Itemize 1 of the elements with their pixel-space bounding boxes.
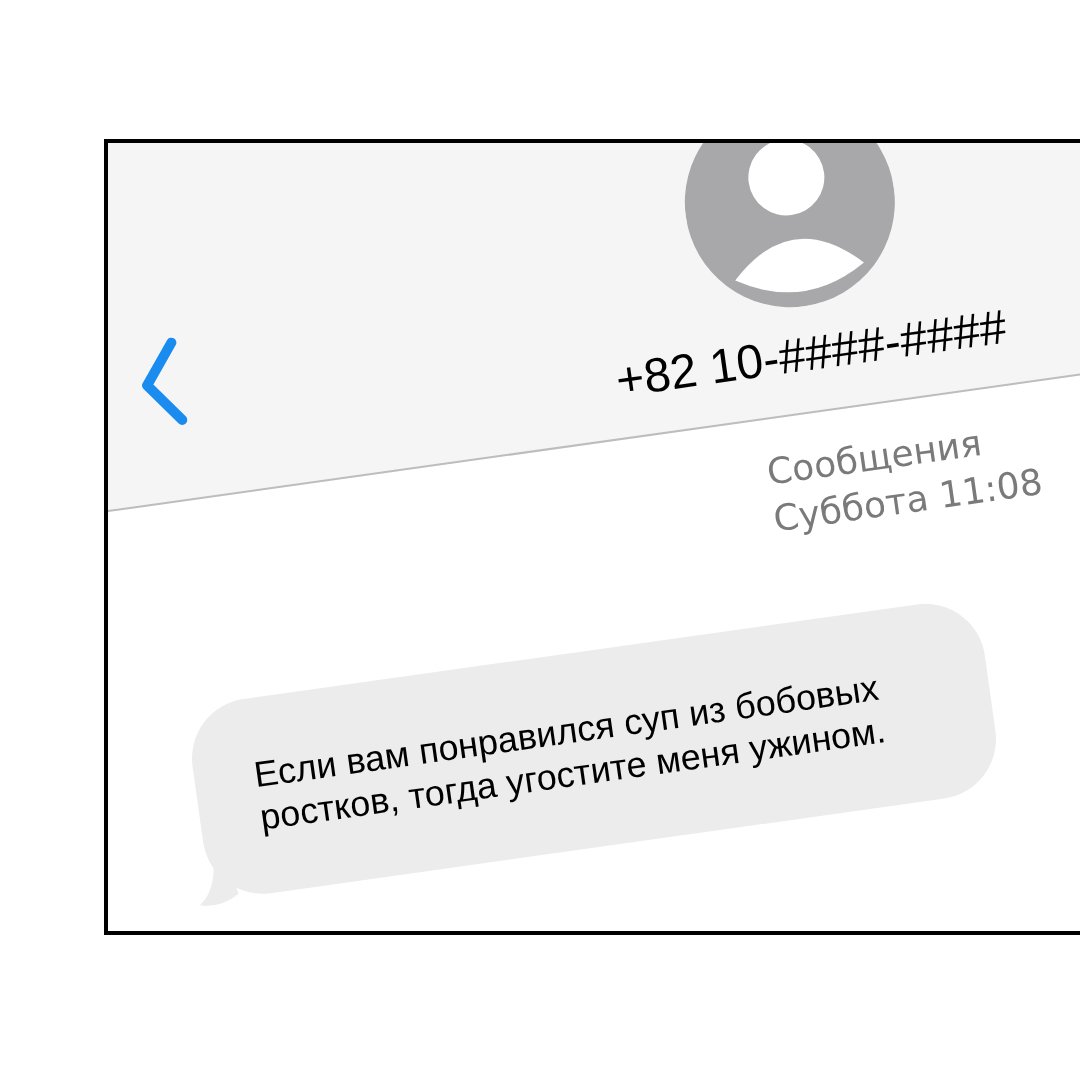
contact-number: +82 10-####-#### bbox=[612, 298, 1010, 408]
